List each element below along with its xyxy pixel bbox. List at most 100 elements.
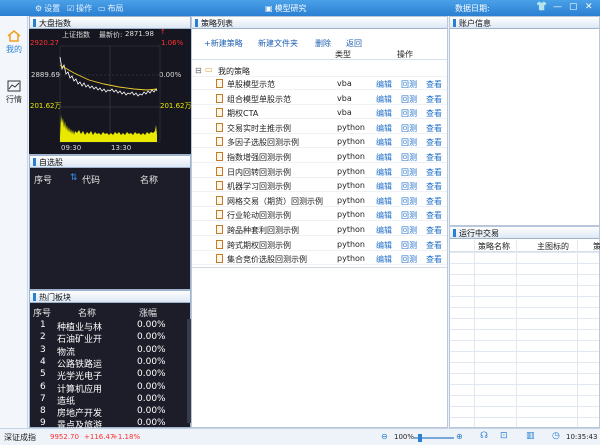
title-bar: ⚙ 设置 ☑ 操作 ▭ 布局 ▣ 模型研究 数据日期: 👕 — ▢ ✕ [0,0,600,16]
strategy-row[interactable]: 行业轮动回测示例 python 编辑 回测 查看 [192,209,447,222]
headset-icon[interactable]: ☊ [480,431,488,441]
edit-link[interactable]: 编辑 [376,167,392,178]
backtest-link[interactable]: 回测 [401,225,417,236]
watch-col-name[interactable]: 名称 [140,173,158,186]
settings-menu[interactable]: ⚙ 设置 [35,3,60,14]
view-link[interactable]: 查看 [426,240,442,251]
backtest-link[interactable]: 回测 [401,152,417,163]
strategy-row[interactable]: 集合竞价选股回测示例 python 编辑 回测 查看 [192,253,447,266]
edit-link[interactable]: 编辑 [376,196,392,207]
backtest-link[interactable]: 回测 [401,137,417,148]
strategy-name: 交易实时主推示例 [227,123,291,133]
edit-link[interactable]: 编辑 [376,137,392,148]
hot-sector-row[interactable]: 6 计算机应用 0.00% [33,382,195,395]
hot-sector-row[interactable]: 4 公路铁路运 0.00% [33,357,195,370]
status-time: 10:35:43 [566,433,598,441]
strategy-name: 集合竞价选股回测示例 [227,255,307,265]
nav-market[interactable]: 行情 [0,80,28,105]
running-col-more[interactable]: 策 [593,241,600,252]
backtest-link[interactable]: 回测 [401,196,417,207]
hot-sector-name: 石油矿业开 [57,335,103,346]
strategy-row[interactable]: 交易实时主推示例 python 编辑 回测 查看 [192,122,447,134]
strategy-type: python [337,225,365,234]
backtest-link[interactable]: 回测 [401,167,417,178]
strategy-row[interactable]: 机器学习回测示例 python 编辑 回测 查看 [192,180,447,193]
strategy-row[interactable]: 多因子选股回测示例 python 编辑 回测 查看 [192,136,447,149]
sort-icon[interactable]: ⇅ [70,173,78,183]
strategy-row[interactable]: 跨品种套利回测示例 python 编辑 回测 查看 [192,224,447,236]
signal-icon[interactable]: ▥ [526,431,535,441]
edit-link[interactable]: 编辑 [376,152,392,163]
hot-sector-row[interactable]: 8 房地产开发 0.00% [33,406,195,419]
backtest-link[interactable]: 回测 [401,108,417,119]
view-link[interactable]: 查看 [426,225,442,236]
view-link[interactable]: 查看 [426,254,442,265]
edit-link[interactable]: 编辑 [376,210,392,221]
collapse-icon[interactable]: ⊟ [195,66,202,75]
edit-link[interactable]: 编辑 [376,254,392,265]
hot-col-seq[interactable]: 序号 [33,306,51,319]
strategy-row[interactable]: 期权CTA vba 编辑 回测 查看 [192,107,447,120]
status-bar: 深证成指 9952.70 +116.47 +1.18% ⊖ 100% ⊕ ☊ ⊡… [0,428,600,445]
backtest-link[interactable]: 回测 [401,254,417,265]
edit-link[interactable]: 编辑 [376,225,392,236]
view-link[interactable]: 查看 [426,108,442,119]
quote-chart-icon[interactable]: ⊡ [500,431,508,441]
zoom-in-icon[interactable]: ⊕ [456,432,463,441]
edit-link[interactable]: 编辑 [376,79,392,90]
clock-icon: ◷ [552,431,560,441]
backtest-link[interactable]: 回测 [401,181,417,192]
backtest-link[interactable]: 回测 [401,123,417,134]
strategy-row[interactable]: 网格交易（期货）回测示例 python 编辑 回测 查看 [192,195,447,207]
col-operation[interactable]: 操作 [397,49,413,60]
strategy-row[interactable]: 组合模型单股示范 vba 编辑 回测 查看 [192,93,447,105]
strategy-row[interactable]: 日内回转回测示例 python 编辑 回测 查看 [192,166,447,178]
view-link[interactable]: 查看 [426,210,442,221]
average-line [59,64,158,91]
zoom-slider-handle[interactable] [418,434,422,442]
watch-col-code[interactable]: 代码 [82,173,100,186]
folder-row[interactable]: ⊟ ▭ 我的策略 [192,65,447,77]
strategy-row[interactable]: 跨式期权回测示例 python 编辑 回测 查看 [192,239,447,251]
layout-menu[interactable]: ▭ 布局 [98,3,124,14]
view-link[interactable]: 查看 [426,196,442,207]
nav-mine[interactable]: 我的 [0,30,28,55]
view-link[interactable]: 查看 [426,94,442,105]
view-link[interactable]: 查看 [426,181,442,192]
hot-sector-row[interactable]: 3 物流 0.00% [33,345,195,358]
backtest-link[interactable]: 回测 [401,210,417,221]
operate-menu[interactable]: ☑ 操作 [67,3,92,14]
strategy-row[interactable]: 指数增强回测示例 python 编辑 回测 查看 [192,151,447,163]
minimize-icon[interactable]: — [553,2,562,12]
edit-link[interactable]: 编辑 [376,240,392,251]
running-col-name[interactable]: 策略名称 [478,241,510,252]
edit-link[interactable]: 编辑 [376,94,392,105]
close-icon[interactable]: ✕ [585,2,593,12]
index-chart[interactable]: 上证指数 最新价: 2871.98 ↑ 2920.27 1.06% 2889.6… [29,28,192,154]
hot-sector-row[interactable]: 2 石油矿业开 0.00% [33,332,195,346]
backtest-link[interactable]: 回测 [401,240,417,251]
strategy-row[interactable]: 单股模型示范 vba 编辑 回测 查看 [192,78,447,90]
hot-sector-row[interactable]: 5 光学光电子 0.00% [33,369,195,382]
edit-link[interactable]: 编辑 [376,123,392,134]
maximize-icon[interactable]: ▢ [569,2,578,12]
hot-sector-pct: 0.00% [137,393,166,404]
edit-link[interactable]: 编辑 [376,108,392,119]
zoom-out-icon[interactable]: ⊖ [381,432,388,441]
hot-col-name[interactable]: 名称 [78,306,96,319]
skin-icon[interactable]: 👕 [536,2,547,12]
watch-col-seq[interactable]: 序号 [34,173,52,186]
hot-sector-row[interactable]: 7 造纸 0.00% [33,393,195,407]
col-type[interactable]: 类型 [335,49,351,60]
view-link[interactable]: 查看 [426,137,442,148]
view-link[interactable]: 查看 [426,167,442,178]
hot-sector-row[interactable]: 1 种植业与林 0.00% [33,320,195,333]
view-link[interactable]: 查看 [426,123,442,134]
edit-link[interactable]: 编辑 [376,181,392,192]
running-col-symbol[interactable]: 主图标的 [537,241,569,252]
backtest-link[interactable]: 回测 [401,79,417,90]
view-link[interactable]: 查看 [426,79,442,90]
view-link[interactable]: 查看 [426,152,442,163]
hot-col-pct[interactable]: 涨幅 [139,306,157,319]
backtest-link[interactable]: 回测 [401,94,417,105]
